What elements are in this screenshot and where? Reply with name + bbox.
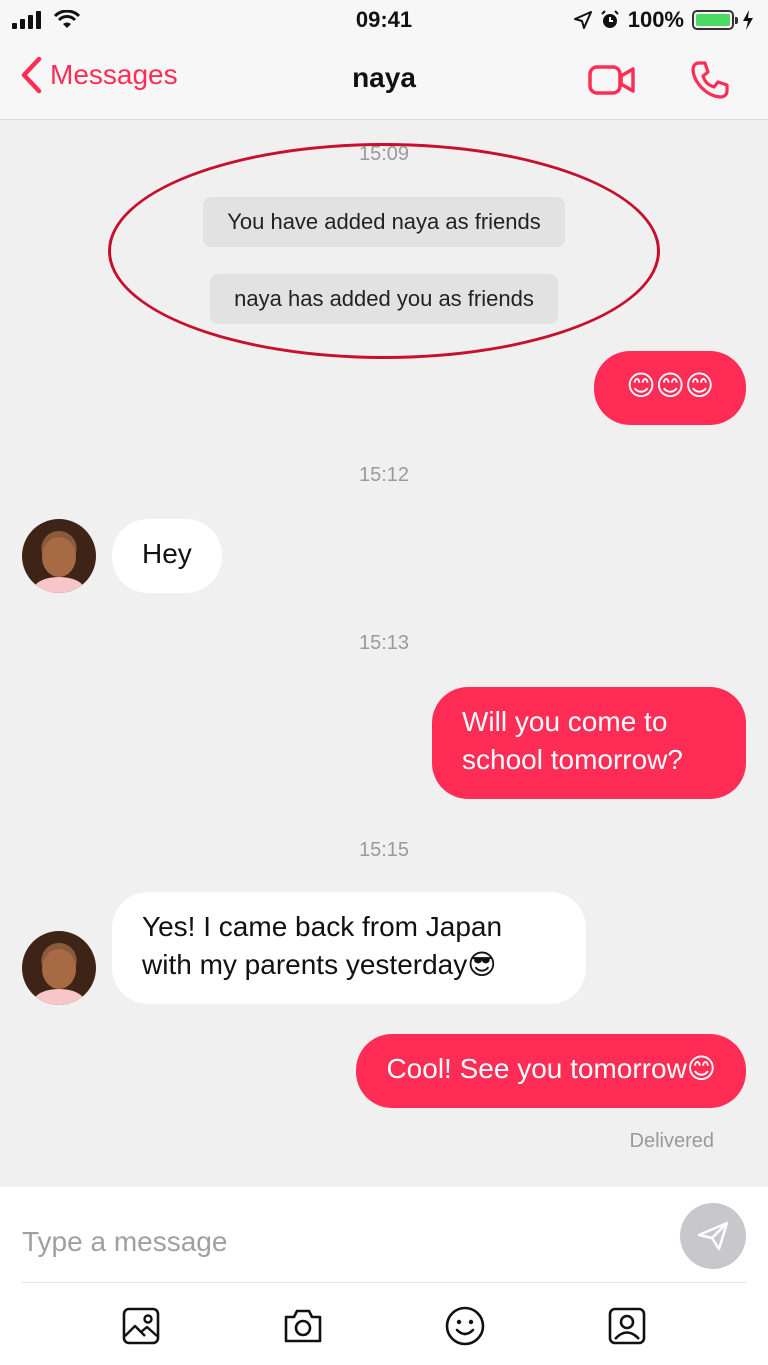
alarm-icon — [601, 10, 619, 28]
charging-icon — [743, 10, 753, 30]
timestamp: 15:12 — [358, 464, 410, 486]
chevron-left-icon — [21, 56, 42, 94]
delivery-status: Delivered — [629, 1130, 714, 1152]
incoming-message[interactable]: Yes! I came back from Japan with my pare… — [112, 892, 586, 1004]
location-icon — [573, 11, 592, 29]
back-label: Messages — [50, 59, 178, 90]
composer — [0, 1187, 768, 1365]
contact-card-button[interactable] — [602, 1301, 652, 1351]
avatar-face — [42, 949, 76, 989]
send-button[interactable] — [680, 1203, 746, 1269]
system-message-text: You have added naya as friends — [203, 197, 565, 247]
outgoing-message[interactable]: 😊😊😊 — [594, 351, 746, 425]
timestamp: 15:09 — [358, 143, 410, 165]
phone-call-button[interactable] — [690, 60, 730, 100]
message-input[interactable] — [22, 1211, 642, 1272]
nav-bar: Messages naya — [0, 40, 768, 120]
status-right: 100% — [573, 7, 754, 33]
avatar-face — [42, 537, 76, 577]
status-bar: 09:41 100% — [0, 0, 768, 40]
video-call-icon — [588, 65, 635, 95]
system-message: You have added naya as friends — [0, 197, 768, 247]
video-call-button[interactable] — [588, 64, 636, 96]
avatar[interactable] — [22, 931, 96, 1005]
avatar[interactable] — [22, 519, 96, 593]
image-button[interactable] — [116, 1301, 166, 1351]
emoji-button[interactable] — [440, 1301, 490, 1351]
chat-thread[interactable]: 15:09 You have added naya as friends nay… — [0, 121, 768, 1187]
camera-icon — [284, 1309, 322, 1343]
wifi-icon — [54, 10, 80, 28]
contact-card-icon — [608, 1307, 646, 1345]
battery-fill — [696, 14, 730, 26]
camera-button[interactable] — [278, 1301, 328, 1351]
outgoing-message[interactable]: Will you come to school tomorrow? — [432, 687, 746, 799]
battery-icon — [692, 10, 738, 30]
battery-percent: 100% — [627, 7, 684, 32]
input-row — [22, 1201, 746, 1283]
image-icon — [122, 1307, 160, 1345]
signal-icon — [12, 11, 41, 29]
timestamp: 15:15 — [358, 839, 410, 861]
emoji-icon — [445, 1306, 485, 1346]
status-left — [12, 10, 80, 30]
composer-toolbar — [0, 1291, 768, 1361]
back-button[interactable]: Messages — [20, 56, 178, 94]
incoming-message[interactable]: Hey — [112, 519, 222, 593]
highlight-annotation — [108, 143, 660, 359]
avatar-shirt — [34, 989, 84, 1005]
avatar-shirt — [34, 577, 84, 593]
timestamp: 15:13 — [358, 632, 410, 654]
system-message-text: naya has added you as friends — [210, 274, 558, 324]
system-message: naya has added you as friends — [0, 274, 768, 324]
phone-call-icon — [691, 61, 729, 99]
nav-actions — [588, 60, 730, 100]
send-icon — [697, 1221, 729, 1251]
outgoing-message[interactable]: Cool! See you tomorrow😊 — [356, 1034, 746, 1108]
